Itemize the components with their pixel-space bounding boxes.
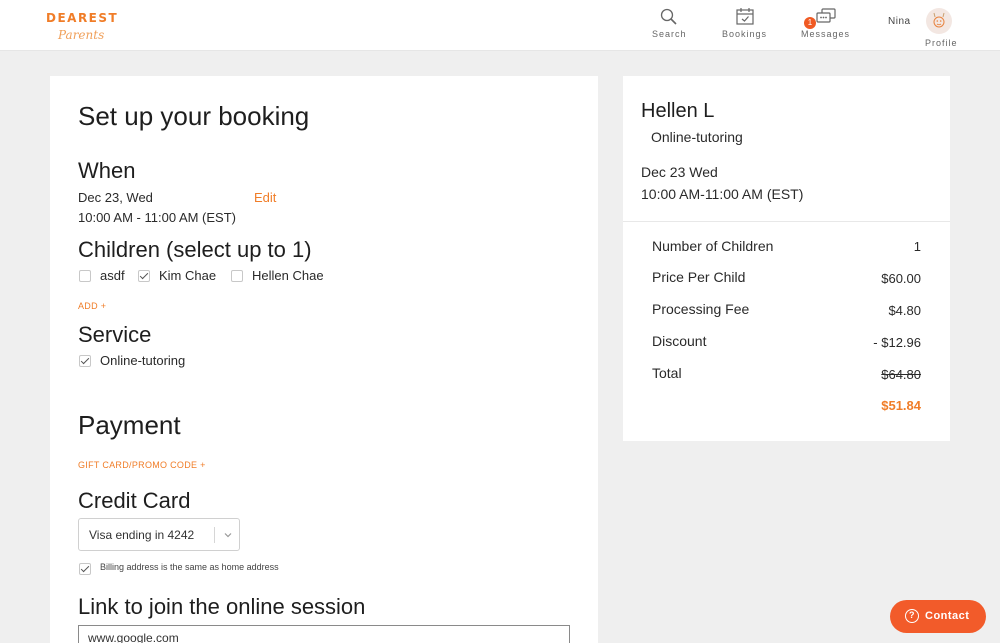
- billing-same-checkbox[interactable]: [79, 563, 91, 575]
- nav-search-label: Search: [652, 29, 687, 39]
- top-navbar: DEAREST Parents Search Bookings 1 Messag…: [0, 0, 1000, 51]
- summary-label-fee: Processing Fee: [652, 301, 750, 317]
- avatar-icon: [933, 12, 945, 28]
- credit-card-heading: Credit Card: [78, 488, 191, 513]
- nav-messages-label: Messages: [801, 29, 851, 39]
- service-heading: Service: [78, 322, 152, 347]
- avatar[interactable]: [926, 8, 952, 34]
- when-heading: When: [78, 158, 136, 183]
- chevron-down-icon: [224, 533, 232, 538]
- contact-button[interactable]: ? Contact: [890, 600, 986, 633]
- summary-label-total: Total: [652, 365, 682, 381]
- summary-value-discount: - $12.96: [873, 335, 921, 350]
- child-label-kim-chae: Kim Chae: [159, 268, 217, 283]
- user-name[interactable]: Nina: [888, 16, 911, 27]
- payment-heading: Payment: [78, 410, 181, 440]
- children-heading: Children (select up to 1): [78, 237, 312, 262]
- nav-bookings-label: Bookings: [722, 29, 768, 39]
- logo-wordmark: DEAREST: [46, 11, 119, 25]
- contact-button-label: Contact: [925, 610, 970, 622]
- summary-label-children: Number of Children: [652, 238, 774, 254]
- child-label-hellen-chae: Hellen Chae: [252, 268, 324, 283]
- nav-search[interactable]: Search: [652, 7, 687, 39]
- calendar-icon: [735, 8, 754, 25]
- summary-time: 10:00 AM-11:00 AM (EST): [641, 186, 804, 202]
- summary-service: Online-tutoring: [651, 129, 743, 145]
- select-separator: [214, 527, 215, 543]
- messages-badge: 1: [804, 17, 816, 29]
- nav-profile-label[interactable]: Profile: [925, 38, 958, 48]
- booking-form-card: Set up your booking When Dec 23, Wed Edi…: [50, 76, 598, 643]
- chat-bubbles-icon: [815, 8, 836, 23]
- summary-label-discount: Discount: [652, 333, 707, 349]
- nav-messages[interactable]: 1 Messages: [801, 7, 850, 39]
- summary-date: Dec 23 Wed: [641, 164, 718, 180]
- billing-same-label: Billing address is the same as home addr…: [100, 562, 279, 572]
- page-title: Set up your booking: [78, 101, 310, 131]
- booking-date: Dec 23, Wed: [78, 190, 153, 205]
- credit-card-select-value: Visa ending in 4242: [89, 528, 195, 542]
- online-session-link-input[interactable]: [78, 625, 570, 643]
- child-label-asdf: asdf: [100, 268, 125, 283]
- online-link-heading: Link to join the online session: [78, 594, 366, 619]
- summary-value-total-final: $51.84: [881, 398, 921, 413]
- child-checkbox-hellen-chae[interactable]: [231, 270, 243, 282]
- dearest-parents-logo[interactable]: DEAREST Parents: [46, 11, 126, 45]
- credit-card-select[interactable]: Visa ending in 4242: [78, 518, 240, 551]
- add-child-link[interactable]: ADD +: [78, 301, 106, 311]
- child-checkbox-asdf[interactable]: [79, 270, 91, 282]
- promo-code-link[interactable]: GIFT CARD/PROMO CODE +: [78, 460, 206, 470]
- summary-label-price: Price Per Child: [652, 269, 746, 285]
- summary-value-total-original: $64.80: [881, 367, 921, 382]
- booking-time: 10:00 AM - 11:00 AM (EST): [78, 210, 236, 225]
- edit-when-link[interactable]: Edit: [254, 190, 276, 205]
- service-label-online-tutoring: Online-tutoring: [100, 353, 186, 368]
- summary-value-children: 1: [913, 239, 921, 254]
- service-checkbox-online-tutoring[interactable]: [79, 355, 91, 367]
- summary-provider-name: Hellen L: [641, 100, 715, 122]
- booking-summary-card: Hellen L Online-tutoring Dec 23 Wed 10:0…: [623, 76, 950, 441]
- child-checkbox-kim-chae[interactable]: [138, 270, 150, 282]
- nav-bookings[interactable]: Bookings: [722, 7, 767, 39]
- summary-value-price: $60.00: [881, 271, 921, 286]
- summary-value-fee: $4.80: [888, 303, 921, 318]
- summary-divider: [623, 221, 950, 222]
- search-icon: [661, 8, 677, 25]
- logo-script: Parents: [58, 28, 105, 42]
- question-icon: ?: [905, 609, 919, 623]
